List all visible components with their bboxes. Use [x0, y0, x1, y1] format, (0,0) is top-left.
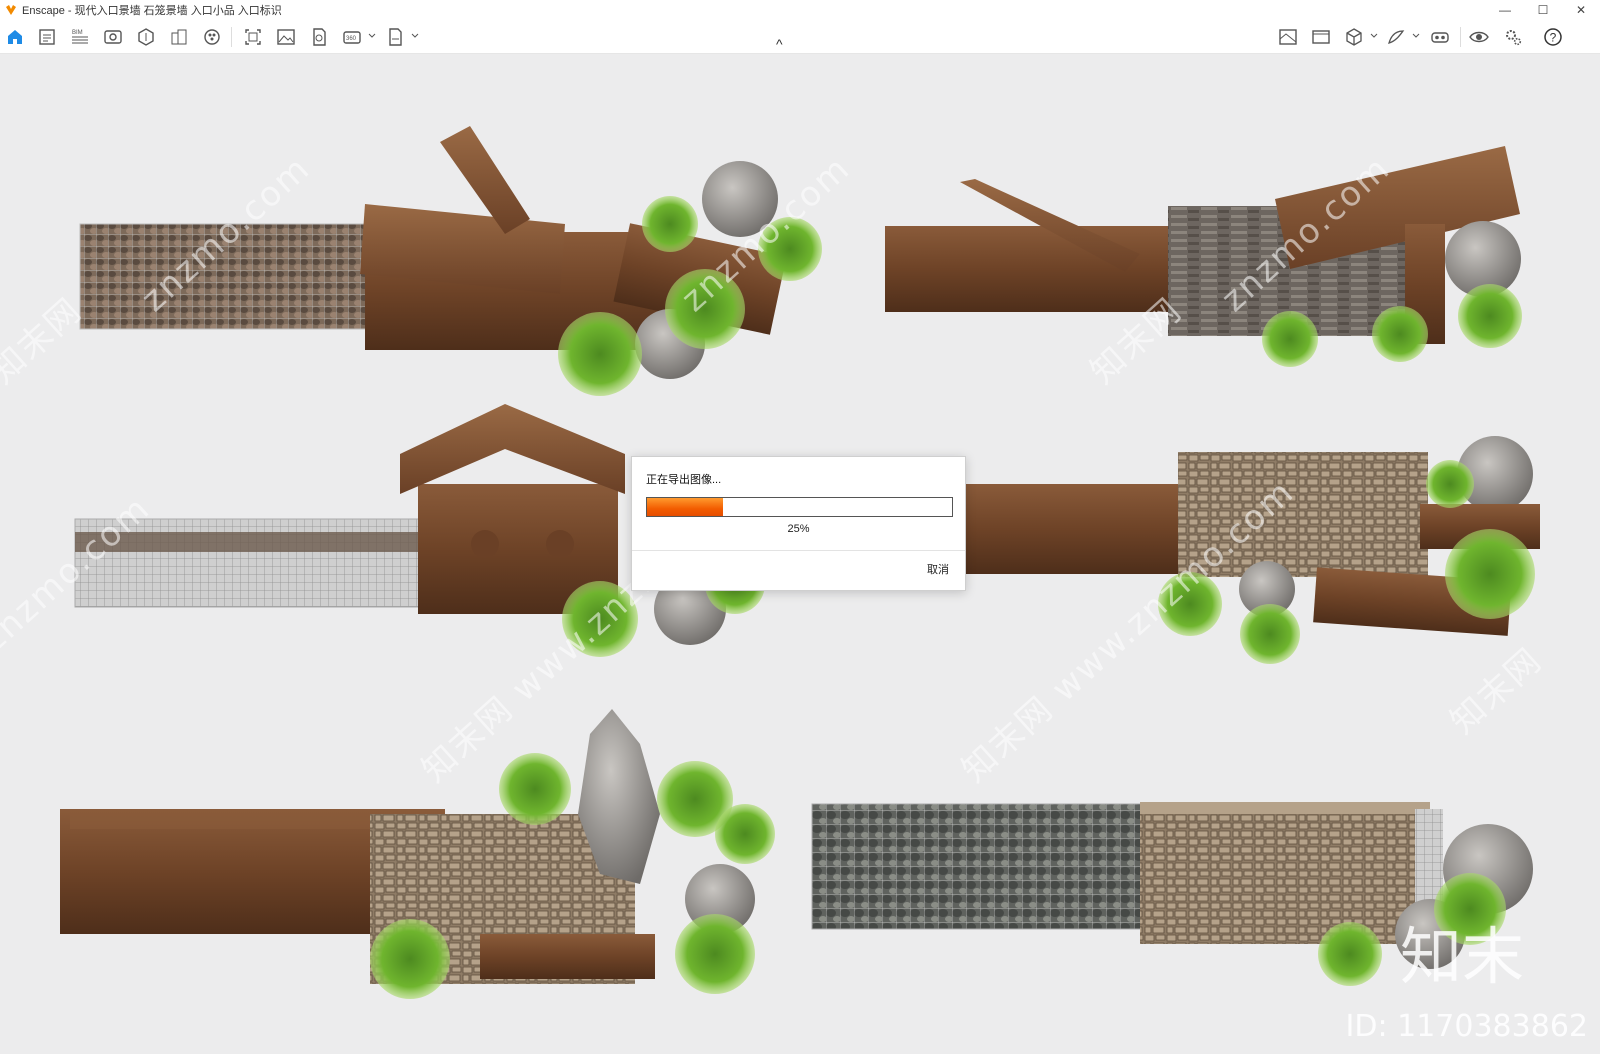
image-icon[interactable]	[1310, 26, 1332, 48]
close-button[interactable]: ✕	[1562, 0, 1600, 20]
chevron-down-icon[interactable]	[411, 32, 419, 40]
video-icon[interactable]	[308, 26, 330, 48]
settings-icon[interactable]	[1502, 26, 1524, 48]
assets-icon[interactable]	[135, 26, 157, 48]
view-icon[interactable]	[102, 26, 124, 48]
window-title: Enscape - 现代入口景墙 石笼景墙 入口小品 入口标识	[22, 5, 282, 17]
maximize-button[interactable]: ☐	[1524, 0, 1562, 20]
svg-text:?: ?	[1550, 31, 1557, 45]
progress-bar-fill	[647, 498, 724, 516]
vr-headset-icon[interactable]	[1429, 26, 1451, 48]
toolbar-separator	[1460, 27, 1461, 47]
home-icon[interactable]	[4, 26, 26, 48]
minimize-button[interactable]: —	[1486, 0, 1524, 20]
materials-icon[interactable]	[201, 26, 223, 48]
title-bar: Enscape - 现代入口景墙 石笼景墙 入口小品 入口标识 — ☐ ✕	[0, 0, 1600, 20]
map-icon[interactable]	[1277, 26, 1299, 48]
screenshot-icon[interactable]	[242, 26, 264, 48]
dialog-divider	[632, 550, 965, 551]
eye-icon[interactable]	[1468, 26, 1490, 48]
bim-icon[interactable]: BIM	[69, 26, 91, 48]
panorama-360-icon[interactable]: 360	[341, 26, 363, 48]
export-progress-dialog: 正在导出图像... 25% 取消	[631, 456, 966, 591]
chevron-down-icon[interactable]	[1412, 32, 1420, 40]
brand-watermark: 知末	[1399, 920, 1524, 993]
toolbar-separator	[231, 27, 232, 47]
chevron-down-icon[interactable]	[368, 32, 376, 40]
dialog-title: 正在导出图像...	[646, 474, 722, 486]
chevron-down-icon[interactable]	[1370, 32, 1378, 40]
progress-bar	[646, 497, 953, 517]
help-icon[interactable]: ?	[1542, 26, 1564, 48]
image-export-icon[interactable]	[275, 26, 297, 48]
toolbar: BIM 360 ^ ?	[0, 20, 1600, 54]
cancel-button[interactable]: 取消	[927, 561, 949, 577]
sketch-icon[interactable]	[1385, 26, 1407, 48]
cube-icon[interactable]	[1343, 26, 1365, 48]
collapse-toolbar-button[interactable]: ^	[776, 36, 783, 52]
visual-settings-icon[interactable]	[36, 26, 58, 48]
pano-label: 360	[346, 36, 357, 42]
image-id-label: ID: 1170383862	[1345, 1009, 1588, 1044]
export-file-icon[interactable]	[384, 26, 406, 48]
progress-percentage: 25%	[787, 523, 810, 535]
enscape-logo-icon	[6, 5, 16, 15]
bim-label: BIM	[72, 30, 83, 36]
buildings-icon[interactable]	[168, 26, 190, 48]
